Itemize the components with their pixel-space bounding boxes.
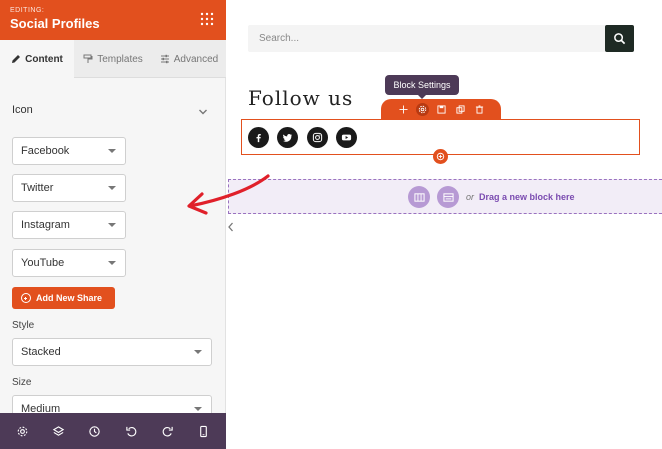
- history-icon[interactable]: [87, 423, 103, 439]
- style-select-value: Stacked: [21, 346, 61, 358]
- twitter-icon[interactable]: [277, 127, 298, 148]
- add-new-share-label: Add New Share: [36, 293, 103, 303]
- block-title: Social Profiles: [10, 16, 100, 31]
- search-icon: [614, 33, 626, 45]
- paint-roller-icon: [83, 54, 93, 63]
- editing-label: EDITING:: [10, 7, 45, 14]
- style-label: Style: [12, 320, 35, 331]
- add-block-below-icon[interactable]: [433, 149, 448, 164]
- search-input[interactable]: [248, 25, 604, 52]
- tab-advanced-label: Advanced: [173, 53, 219, 65]
- drop-zone-or: or: [466, 192, 475, 202]
- delete-icon[interactable]: [473, 103, 486, 116]
- page-builder: EDITING: Social Profiles Content Templat…: [0, 0, 662, 449]
- block-settings-tooltip: Block Settings: [385, 75, 459, 99]
- pencil-icon: [12, 55, 21, 63]
- add-section-template-icon[interactable]: [437, 186, 459, 208]
- share-select-instagram[interactable]: Instagram: [12, 211, 126, 239]
- share-select-youtube[interactable]: YouTube: [12, 249, 126, 277]
- duplicate-icon[interactable]: [454, 103, 467, 116]
- search-box: [248, 25, 634, 52]
- size-label: Size: [12, 377, 32, 388]
- settings-icon[interactable]: [415, 102, 429, 116]
- caret-down-icon: [108, 223, 116, 227]
- youtube-icon[interactable]: [336, 127, 357, 148]
- grid-menu-icon[interactable]: [199, 11, 215, 27]
- caret-down-icon: [108, 149, 116, 153]
- chevron-down-icon[interactable]: [198, 104, 208, 115]
- sidebar-header: EDITING: Social Profiles: [0, 0, 226, 40]
- facebook-icon[interactable]: [248, 127, 269, 148]
- sidebar: EDITING: Social Profiles Content Templat…: [0, 0, 226, 449]
- share-select-value: YouTube: [21, 257, 65, 269]
- gear-icon[interactable]: [14, 423, 30, 439]
- sliders-icon: [160, 54, 169, 64]
- tab-templates-label: Templates: [97, 53, 143, 65]
- tab-content-label: Content: [25, 53, 63, 65]
- share-select-twitter[interactable]: Twitter: [12, 174, 126, 202]
- caret-down-icon: [194, 350, 202, 354]
- follow-heading: Follow us: [248, 86, 354, 110]
- share-select-value: Instagram: [21, 219, 70, 231]
- bottom-toolbar: [0, 413, 226, 449]
- style-select[interactable]: Stacked: [12, 338, 212, 366]
- share-select-value: Facebook: [21, 145, 70, 157]
- block-drop-zone[interactable]: or Drag a new block here: [228, 179, 662, 214]
- plus-circle-icon: [21, 293, 31, 303]
- save-icon[interactable]: [435, 103, 448, 116]
- undo-icon[interactable]: [123, 423, 139, 439]
- tab-content[interactable]: Content: [0, 40, 74, 78]
- search-button[interactable]: [605, 25, 634, 52]
- block-action-bar: [381, 99, 501, 119]
- sidebar-tabs: Content Templates Advanced: [0, 40, 226, 78]
- caret-down-icon: [194, 407, 202, 411]
- tab-advanced[interactable]: Advanced: [152, 40, 226, 78]
- share-select-value: Twitter: [21, 182, 54, 194]
- instagram-icon[interactable]: [307, 127, 328, 148]
- caret-down-icon: [108, 261, 116, 265]
- add-new-share-button[interactable]: Add New Share: [12, 287, 115, 309]
- mobile-preview-icon[interactable]: [196, 423, 212, 439]
- move-icon[interactable]: [397, 103, 410, 116]
- section-title: Icon: [12, 104, 33, 116]
- layers-icon[interactable]: [50, 423, 66, 439]
- drop-zone-label: Drag a new block here: [479, 192, 575, 202]
- tab-templates[interactable]: Templates: [74, 40, 152, 78]
- collapse-sidebar-icon[interactable]: [226, 220, 236, 234]
- redo-icon[interactable]: [159, 423, 175, 439]
- share-select-facebook[interactable]: Facebook: [12, 137, 126, 165]
- caret-down-icon: [108, 186, 116, 190]
- add-columns-icon[interactable]: [408, 186, 430, 208]
